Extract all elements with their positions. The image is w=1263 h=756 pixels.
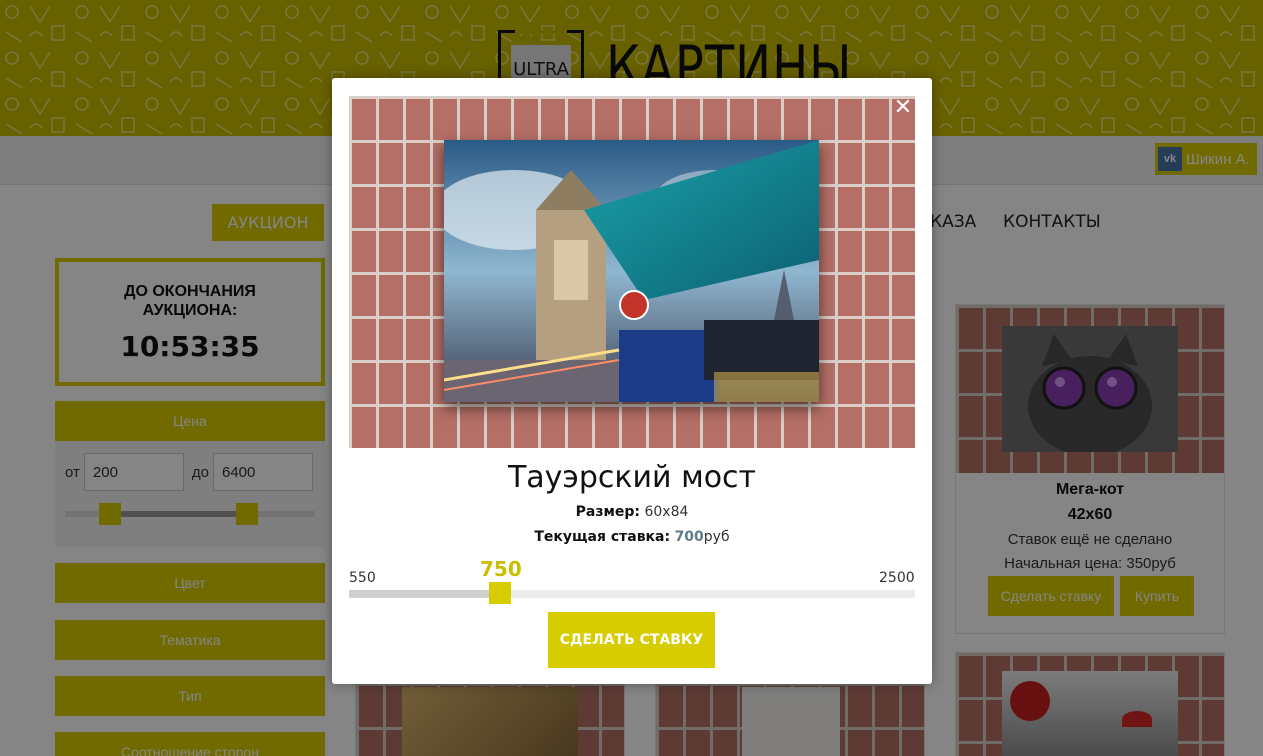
modal-size-line: Размер: 60x84 — [332, 504, 932, 520]
current-bid-label: Текущая ставка: — [534, 529, 671, 545]
slider-min-label: 550 — [349, 570, 376, 586]
bid-modal: ✕ Тауэрский мост Размер: 60x84 Текущая с… — [332, 78, 932, 684]
size-label: Размер: — [575, 504, 641, 520]
close-icon[interactable]: ✕ — [892, 94, 914, 119]
bid-slider-track[interactable] — [349, 590, 915, 598]
current-bid-unit: руб — [703, 529, 730, 545]
size-value: 60x84 — [644, 504, 689, 520]
bid-slider-fill — [349, 590, 500, 598]
slider-max-label: 2500 — [879, 570, 915, 586]
submit-bid-button[interactable]: СДЕЛАТЬ СТАВКУ — [548, 612, 715, 668]
modal-title: Тауэрский мост — [507, 460, 757, 495]
slider-current-value: 750 — [480, 557, 522, 581]
modal-image — [349, 96, 915, 448]
tower-bridge-painting — [444, 140, 819, 402]
modal-bid-line: Текущая ставка: 700руб — [332, 529, 932, 545]
bid-slider-handle[interactable] — [489, 582, 511, 604]
current-bid-value: 700 — [674, 529, 704, 545]
